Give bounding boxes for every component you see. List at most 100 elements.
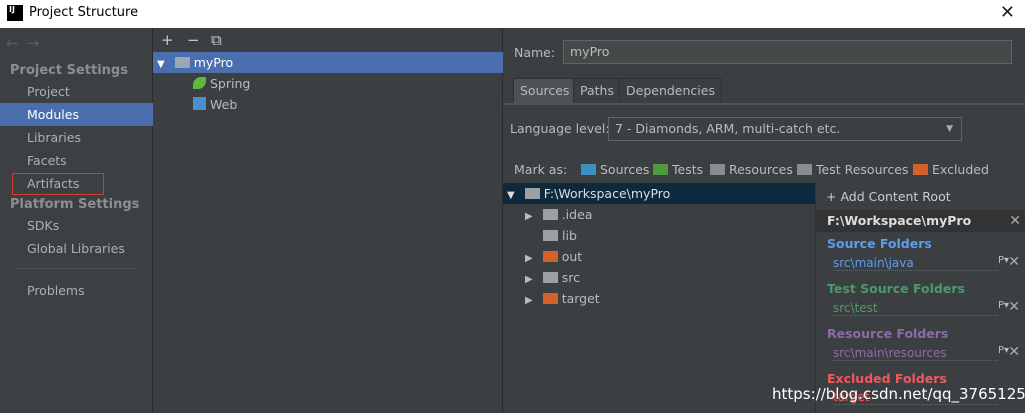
tab-divider: [503, 103, 1025, 105]
content-root-panel: + Add Content Root F:\Workspace\myPro ✕ S…: [815, 183, 1025, 413]
mark-tests-button[interactable]: Tests: [653, 162, 703, 177]
close-icon[interactable]: ✕: [1008, 344, 1020, 360]
content-tree-item[interactable]: ▶ .idea: [503, 204, 815, 225]
expand-arrow-icon[interactable]: ▶: [525, 211, 533, 222]
close-icon[interactable]: ✕: [1008, 299, 1020, 315]
tree-item-label: Web: [210, 97, 238, 112]
expand-arrow-icon[interactable]: ▶: [525, 274, 533, 285]
tree-item-label: target: [561, 291, 600, 306]
sidebar-item-project[interactable]: Project: [0, 80, 153, 103]
expand-arrow-icon[interactable]: ▶: [525, 253, 533, 264]
mark-label: Excluded: [932, 162, 989, 177]
test-resources-folder-icon: [797, 164, 812, 175]
folder-icon: [524, 188, 540, 199]
expand-arrow-icon[interactable]: ▼: [507, 190, 515, 201]
content-tree-root[interactable]: ▼ F:\Workspace\myPro: [503, 183, 815, 204]
mark-sources-button[interactable]: Sources: [581, 162, 649, 177]
forward-icon[interactable]: →: [27, 34, 48, 52]
module-details: Name: myPro Sources Paths Dependencies L…: [503, 28, 1025, 413]
mark-excluded-button[interactable]: Excluded: [913, 162, 989, 177]
section-platform-settings: Platform Settings: [10, 197, 140, 212]
content-root-header: F:\Workspace\myPro ✕: [816, 210, 1025, 232]
sidebar-item-libraries[interactable]: Libraries: [0, 126, 153, 149]
add-icon[interactable]: +: [161, 31, 174, 49]
close-icon[interactable]: ✕: [1008, 254, 1020, 270]
content-tree: ▼ F:\Workspace\myPro ▶ .idea lib ▶ out ▶…: [503, 183, 815, 413]
mark-label: Sources: [600, 162, 650, 177]
sidebar-item-modules[interactable]: Modules: [0, 103, 153, 126]
modules-panel: + − ⧉ ▼ myPro Spring Web: [153, 28, 503, 413]
mark-label: Test Resources: [816, 162, 909, 177]
tree-item-label: .idea: [561, 207, 593, 222]
test-source-folder-path: src\test: [833, 301, 998, 316]
tree-item-label: myPro: [193, 55, 234, 70]
content-tree-item[interactable]: lib: [503, 225, 815, 246]
section-project-settings: Project Settings: [10, 63, 128, 78]
sources-folder-icon: [581, 164, 596, 175]
expand-arrow-icon[interactable]: ▶: [525, 295, 533, 306]
tree-item-label: Spring: [210, 76, 251, 91]
excluded-folders-heading: Excluded Folders: [827, 371, 947, 386]
app-logo-icon: IJ: [7, 5, 23, 21]
copy-icon[interactable]: ⧉: [211, 31, 222, 49]
title-bar: IJ Project Structure ✕: [0, 0, 1025, 28]
tab-paths[interactable]: Paths: [573, 78, 621, 103]
excluded-folder-icon: [542, 293, 558, 304]
mark-resources-button[interactable]: Resources: [710, 162, 793, 177]
tree-item-mypro[interactable]: ▼ myPro: [153, 52, 503, 73]
mark-test-resources-button[interactable]: Test Resources: [797, 162, 908, 177]
name-label: Name:: [514, 45, 556, 60]
tree-item-label: src: [561, 270, 580, 285]
tree-item-web[interactable]: Web: [153, 94, 503, 115]
mark-label: Tests: [672, 162, 704, 177]
resource-folders-heading: Resource Folders: [827, 326, 949, 341]
tree-item-label: F:\Workspace\myPro: [543, 186, 671, 201]
web-icon: [193, 97, 206, 110]
tree-item-spring[interactable]: Spring: [153, 73, 503, 94]
remove-icon[interactable]: −: [187, 31, 200, 49]
language-level-value: 7 - Diamonds, ARM, multi-catch etc.: [615, 121, 841, 136]
tree-item-label: lib: [562, 228, 577, 243]
expand-arrow-icon[interactable]: ▼: [157, 59, 165, 70]
spring-leaf-icon: [193, 77, 206, 89]
watermark: https://blog.csdn.net/qq_37651252: [772, 385, 1025, 403]
tab-dependencies[interactable]: Dependencies: [619, 78, 722, 103]
excluded-folder-icon: [542, 251, 558, 262]
back-icon[interactable]: ←: [6, 34, 27, 52]
tab-sources[interactable]: Sources: [513, 78, 577, 103]
folder-icon: [542, 272, 558, 283]
content-tree-item[interactable]: ▶ src: [503, 267, 815, 288]
folder-icon: [542, 209, 558, 220]
sidebar-item-problems[interactable]: Problems: [0, 279, 153, 302]
source-folder-path: src\main\java: [833, 256, 998, 271]
language-level-select[interactable]: 7 - Diamonds, ARM, multi-catch etc. ▼: [608, 117, 962, 141]
excluded-folder-icon: [913, 164, 928, 175]
module-folder-icon: [174, 57, 190, 68]
sidebar-item-sdks[interactable]: SDKs: [0, 214, 153, 237]
name-input[interactable]: myPro: [563, 40, 1012, 64]
sidebar: ←→ Project Settings Project Modules Libr…: [0, 28, 153, 413]
add-content-root-button[interactable]: + Add Content Root: [826, 189, 951, 204]
tests-folder-icon: [653, 164, 668, 175]
close-icon[interactable]: ✕: [1009, 210, 1021, 232]
content-tree-item[interactable]: ▶ out: [503, 246, 815, 267]
content-tree-item[interactable]: ▶ target: [503, 288, 815, 309]
sidebar-item-global-libraries[interactable]: Global Libraries: [0, 237, 153, 260]
mark-label: Resources: [729, 162, 793, 177]
chevron-down-icon: ▼: [946, 124, 953, 134]
resources-folder-icon: [710, 164, 725, 175]
divider: [16, 268, 136, 269]
artifacts-highlight-box: [12, 173, 104, 195]
language-level-label: Language level:: [510, 121, 610, 136]
window-title: Project Structure: [29, 5, 139, 20]
mark-as-label: Mark as:: [514, 162, 568, 177]
content-root-path: F:\Workspace\myPro: [827, 213, 972, 228]
test-source-folders-heading: Test Source Folders: [827, 281, 965, 296]
tree-item-label: out: [561, 249, 583, 264]
source-folders-heading: Source Folders: [827, 236, 932, 251]
nav-arrows: ←→: [6, 34, 47, 52]
resource-folder-path: src\main\resources: [833, 346, 998, 361]
sidebar-item-facets[interactable]: Facets: [0, 149, 153, 172]
close-button[interactable]: ✕: [1000, 2, 1015, 23]
folder-icon: [543, 230, 558, 241]
